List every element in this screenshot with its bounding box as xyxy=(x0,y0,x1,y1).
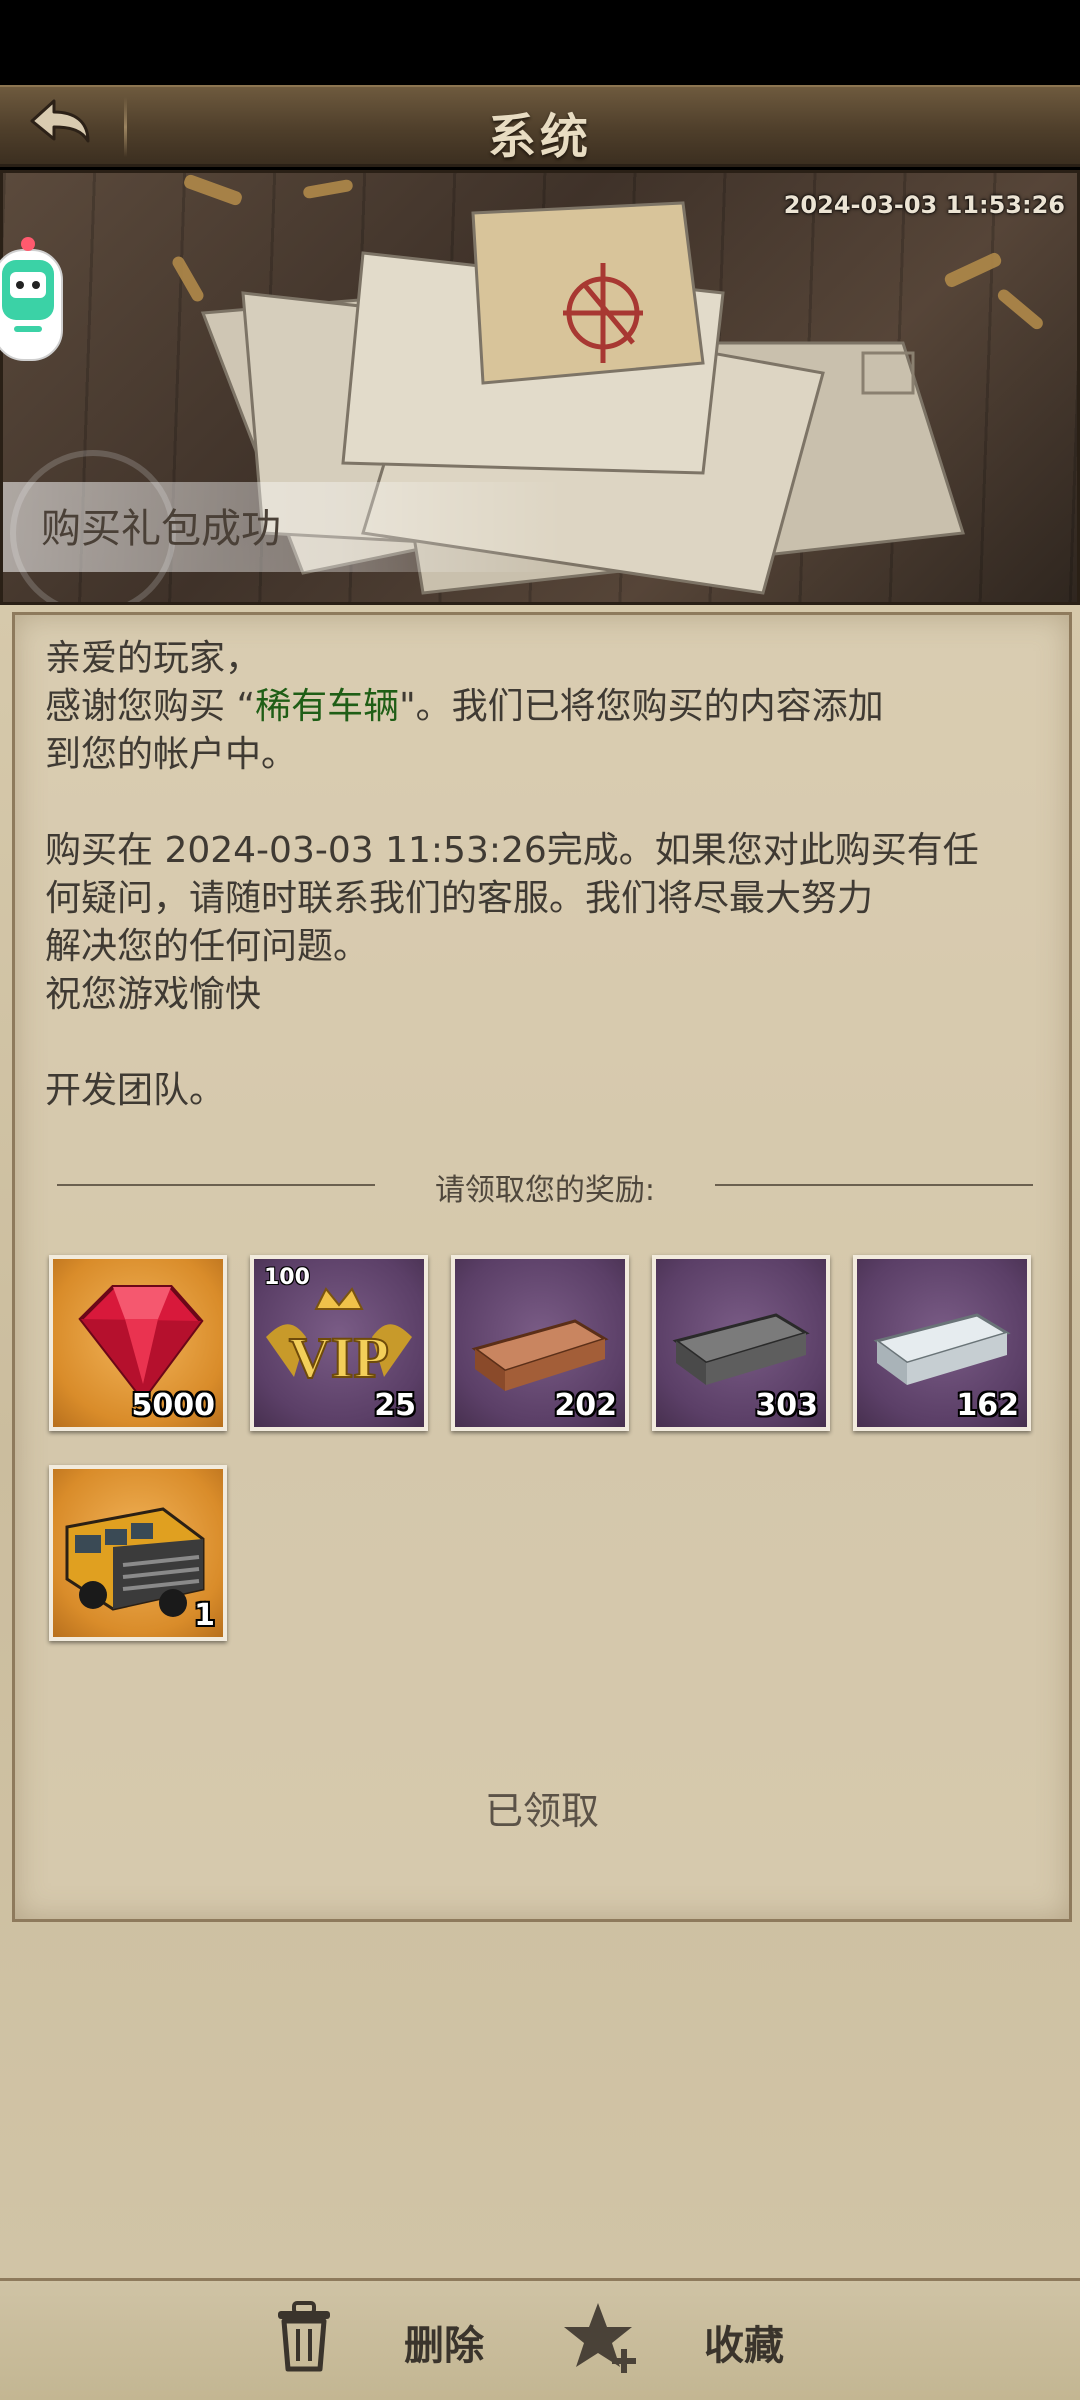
reward-item-vip[interactable]: VIP 100 25 xyxy=(250,1255,428,1431)
mail-subject: 购买礼包成功 xyxy=(41,506,281,552)
page-title: 系统 xyxy=(487,109,592,165)
reward-quantity: 1 xyxy=(194,1598,215,1633)
floating-assistant-widget[interactable] xyxy=(0,232,68,364)
reward-item-copper[interactable]: 202 xyxy=(451,1255,629,1431)
greeting-text: 亲爱的玩家， xyxy=(45,638,262,679)
mail-banner: 2024-03-03 11:53:26 购买礼包成功 xyxy=(0,170,1080,605)
signature-text: 开发团队。 xyxy=(45,1070,226,1111)
thanks-line: 感谢您购买 “稀有车辆"。我们已将您购买的内容添加 xyxy=(45,683,1045,731)
reward-item-ruby[interactable]: 5000 xyxy=(49,1255,227,1431)
bottom-action-bar: 删除 收藏 xyxy=(0,2278,1080,2400)
purchased-item-name: 稀有车辆 xyxy=(255,686,400,727)
delete-label: 删除 xyxy=(404,2323,484,2369)
status-bar xyxy=(0,0,1080,85)
reward-item-silver[interactable]: 162 xyxy=(853,1255,1031,1431)
favorite-label: 收藏 xyxy=(704,2323,784,2369)
completed-line-3: 解决您的任何问题。 xyxy=(45,926,370,967)
rewards-divider: 请领取您的奖励: xyxy=(57,1165,1033,1208)
mail-timestamp: 2024-03-03 11:53:26 xyxy=(783,191,1065,219)
mail-content-panel: 亲爱的玩家， 感谢您购买 “稀有车辆"。我们已将您购买的内容添加 到您的帐户中。… xyxy=(12,612,1072,1922)
rewards-heading: 请领取您的奖励: xyxy=(434,1173,656,1208)
trash-icon xyxy=(278,2301,330,2372)
reward-item-iron[interactable]: 303 xyxy=(652,1255,830,1431)
claimed-status: 已领取 xyxy=(484,1789,599,1833)
delete-button[interactable]: 删除 xyxy=(272,2299,502,2379)
reward-quantity: 162 xyxy=(956,1388,1019,1423)
reward-quantity: 5000 xyxy=(131,1388,216,1423)
vip-badge-text: VIP xyxy=(289,1325,389,1390)
reward-quantity: 202 xyxy=(554,1388,617,1423)
robot-assistant-icon xyxy=(0,237,63,361)
completed-line-2: 何疑问，请随时联系我们的客服。我们将尽最大努力 xyxy=(45,878,874,919)
reward-quantity: 303 xyxy=(755,1388,818,1423)
thanks-prefix: 感谢您购买 “ xyxy=(45,686,256,727)
wish-text: 祝您游戏愉快 xyxy=(45,974,262,1015)
star-add-icon xyxy=(564,2303,636,2373)
vip-level-tag: 100 xyxy=(264,1265,310,1290)
reward-item-armored-bus[interactable]: 1 xyxy=(49,1465,227,1641)
favorite-button[interactable]: 收藏 xyxy=(562,2299,802,2379)
completed-line-1: 购买在 2024-03-03 11:53:26完成。如果您对此购买有任 xyxy=(45,830,979,871)
thanks-suffix: "。我们已将您购买的内容添加 xyxy=(399,686,884,727)
thanks-line-2: 到您的帐户中。 xyxy=(45,734,298,775)
reward-quantity: 25 xyxy=(374,1388,416,1423)
mail-body: 亲爱的玩家， 感谢您购买 “稀有车辆"。我们已将您购买的内容添加 到您的帐户中。… xyxy=(45,635,1045,1115)
header-bar: 系统 xyxy=(0,85,1080,167)
